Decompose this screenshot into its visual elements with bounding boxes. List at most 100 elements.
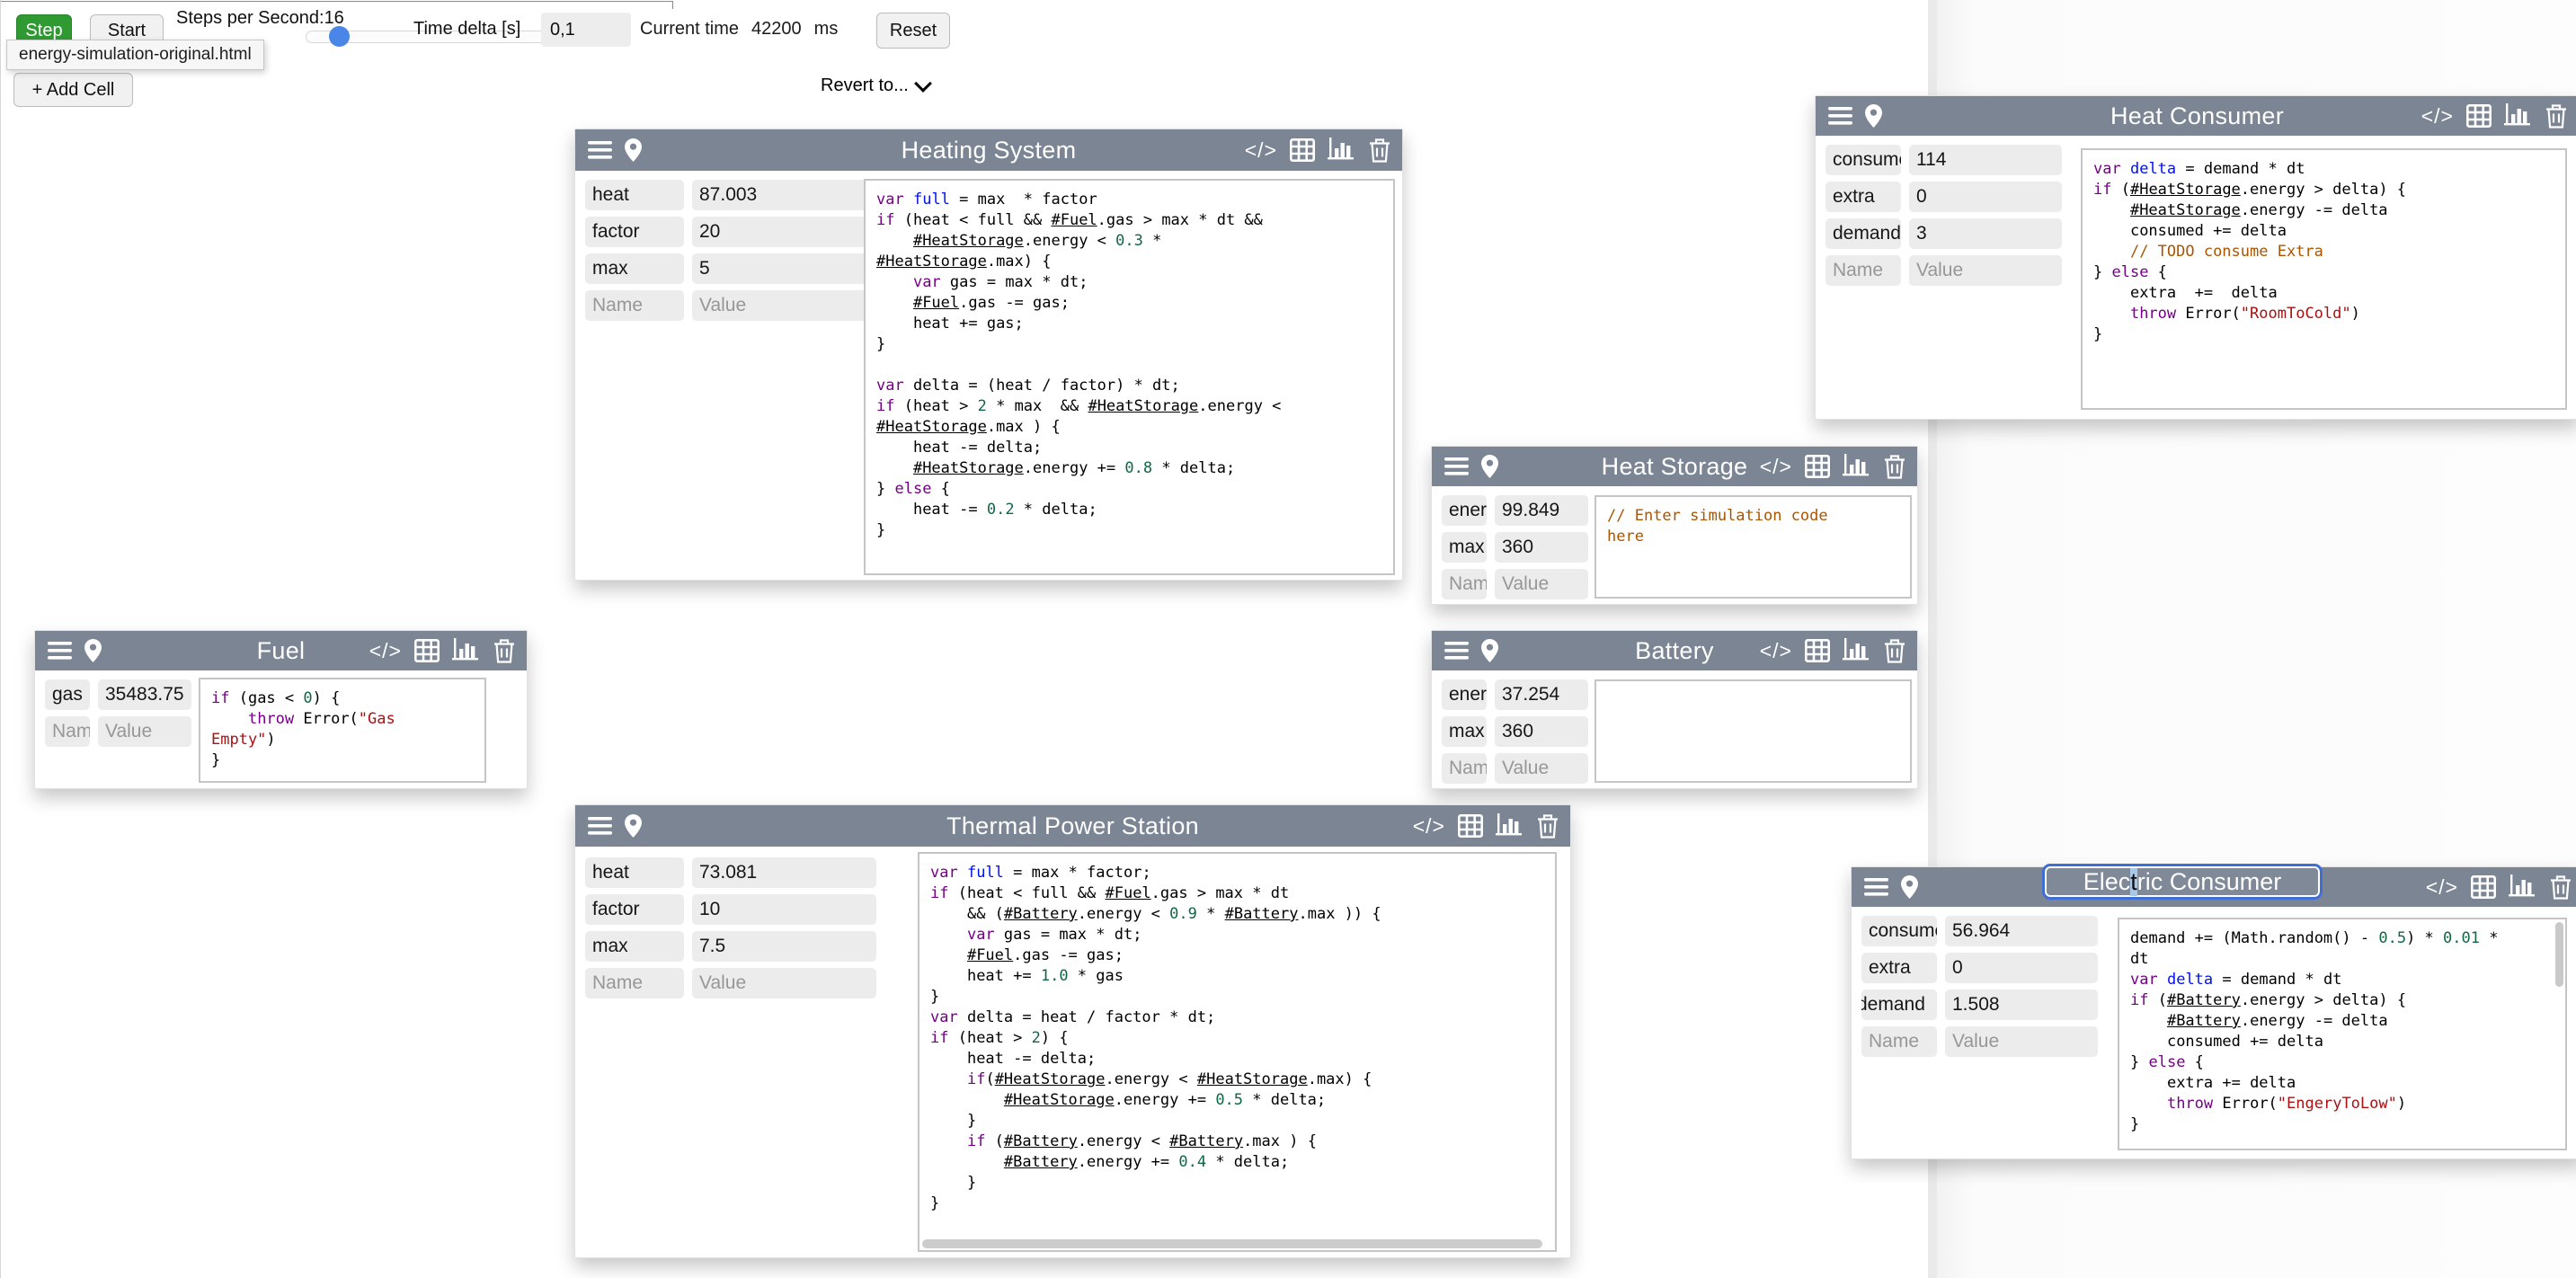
trash-icon[interactable] bbox=[1537, 814, 1559, 839]
code-editor[interactable] bbox=[1594, 679, 1912, 783]
chart-view-icon[interactable] bbox=[2504, 103, 2533, 129]
param-name-input[interactable]: energy bbox=[1442, 679, 1487, 710]
table-view-icon[interactable] bbox=[1805, 455, 1830, 478]
param-value-input[interactable]: 0 bbox=[1909, 182, 2062, 212]
param-name-input[interactable]: factor bbox=[585, 217, 684, 247]
trash-icon[interactable] bbox=[1884, 455, 1905, 479]
menu-icon[interactable] bbox=[1444, 457, 1469, 476]
menu-icon[interactable] bbox=[588, 816, 612, 836]
param-name-input[interactable]: heat bbox=[585, 857, 684, 888]
trash-icon[interactable] bbox=[493, 639, 515, 663]
chart-view-icon[interactable] bbox=[1328, 138, 1356, 163]
param-value-input[interactable]: 3 bbox=[1909, 218, 2062, 249]
param-value-input[interactable]: 35483.75 bbox=[98, 679, 191, 710]
location-pin-icon[interactable] bbox=[1865, 104, 1882, 128]
param-value-input-placeholder[interactable]: Value bbox=[692, 290, 876, 321]
code-editor[interactable]: var full = max * factor if (heat < full … bbox=[864, 179, 1395, 575]
param-name-input[interactable]: max bbox=[585, 931, 684, 962]
param-name-input[interactable]: consumed bbox=[1861, 916, 1937, 946]
code-view-icon[interactable]: </> bbox=[1760, 455, 1792, 479]
code-view-icon[interactable]: </> bbox=[2426, 875, 2458, 900]
code-view-icon[interactable]: </> bbox=[1760, 639, 1792, 663]
add-cell-button[interactable]: + Add Cell bbox=[13, 73, 133, 107]
param-value-input[interactable]: 73.081 bbox=[692, 857, 876, 888]
horizontal-scrollbar-thumb[interactable] bbox=[922, 1239, 1542, 1248]
param-value-input-placeholder[interactable]: Value bbox=[98, 716, 191, 747]
steps-per-second-slider-handle[interactable] bbox=[329, 26, 350, 47]
location-pin-icon[interactable] bbox=[1901, 875, 1918, 899]
location-pin-icon[interactable] bbox=[84, 639, 102, 662]
param-name-input-placeholder[interactable]: Name bbox=[585, 968, 684, 998]
table-view-icon[interactable] bbox=[1458, 814, 1483, 838]
chart-view-icon[interactable] bbox=[1496, 813, 1524, 839]
menu-icon[interactable] bbox=[1864, 877, 1888, 897]
trash-icon[interactable] bbox=[2545, 104, 2567, 129]
table-view-icon[interactable] bbox=[1805, 639, 1830, 662]
code-editor[interactable]: var full = max * factor; if (heat < full… bbox=[918, 852, 1557, 1252]
trash-icon[interactable] bbox=[1884, 639, 1905, 663]
param-name-input-placeholder[interactable]: Name bbox=[1442, 753, 1487, 784]
table-view-icon[interactable] bbox=[1290, 138, 1315, 162]
table-view-icon[interactable] bbox=[414, 639, 440, 662]
code-editor[interactable]: if (gas < 0) { throw Error("Gas Empty") … bbox=[199, 678, 486, 783]
chart-view-icon[interactable] bbox=[2509, 874, 2537, 900]
param-value-input-placeholder[interactable]: Value bbox=[1495, 753, 1588, 784]
param-value-input[interactable]: 56.964 bbox=[1945, 916, 2098, 946]
param-name-input[interactable]: factor bbox=[585, 894, 684, 925]
location-pin-icon[interactable] bbox=[625, 814, 642, 838]
code-view-icon[interactable]: </> bbox=[1245, 138, 1277, 163]
code-editor[interactable]: // Enter simulation code here bbox=[1594, 495, 1912, 599]
trash-icon[interactable] bbox=[2550, 875, 2572, 900]
cell-title-input[interactable]: Electric Consumer bbox=[2042, 864, 2323, 900]
param-name-input[interactable]: max bbox=[1442, 716, 1487, 747]
reset-button[interactable]: Reset bbox=[876, 13, 950, 49]
param-name-input[interactable]: extra bbox=[1861, 953, 1937, 983]
param-value-input[interactable]: 5 bbox=[692, 253, 876, 284]
trash-icon[interactable] bbox=[1369, 138, 1390, 163]
param-value-input-placeholder[interactable]: Value bbox=[1909, 255, 2062, 286]
param-value-input[interactable]: 0 bbox=[1945, 953, 2098, 983]
param-name-input-placeholder[interactable]: Name bbox=[1825, 255, 1901, 286]
code-view-icon[interactable]: </> bbox=[2421, 104, 2454, 129]
param-name-input-placeholder[interactable]: Name bbox=[45, 716, 90, 747]
code-view-icon[interactable]: </> bbox=[369, 639, 402, 663]
chart-view-icon[interactable] bbox=[1843, 454, 1871, 479]
param-name-input-placeholder[interactable]: Name bbox=[585, 290, 684, 321]
param-name-input[interactable]: max bbox=[585, 253, 684, 284]
menu-icon[interactable] bbox=[588, 140, 612, 160]
code-editor[interactable]: var delta = demand * dt if (#HeatStorage… bbox=[2081, 148, 2567, 410]
param-value-input[interactable]: 360 bbox=[1495, 716, 1588, 747]
param-value-input[interactable]: 99.849 bbox=[1495, 495, 1588, 526]
location-pin-icon[interactable] bbox=[1481, 455, 1498, 478]
param-name-input[interactable]: demand bbox=[1825, 218, 1901, 249]
param-value-input[interactable]: 20 bbox=[692, 217, 876, 247]
param-value-input[interactable]: 360 bbox=[1495, 532, 1588, 563]
param-name-input-placeholder[interactable]: Name bbox=[1861, 1026, 1937, 1057]
param-name-input[interactable]: heat bbox=[585, 180, 684, 210]
param-value-input-placeholder[interactable]: Value bbox=[1945, 1026, 2098, 1057]
code-view-icon[interactable]: </> bbox=[1413, 814, 1445, 839]
menu-icon[interactable] bbox=[48, 641, 72, 661]
table-view-icon[interactable] bbox=[2466, 104, 2492, 128]
time-delta-input[interactable]: 0,1 bbox=[541, 13, 631, 47]
param-value-input[interactable]: 7.5 bbox=[692, 931, 876, 962]
param-value-input[interactable]: 10 bbox=[692, 894, 876, 925]
param-name-input[interactable]: energy bbox=[1442, 495, 1487, 526]
location-pin-icon[interactable] bbox=[1481, 639, 1498, 662]
param-value-input[interactable]: 37.254 bbox=[1495, 679, 1588, 710]
param-name-input[interactable]: gas bbox=[45, 679, 90, 710]
chart-view-icon[interactable] bbox=[1843, 638, 1871, 663]
param-value-input-placeholder[interactable]: Value bbox=[1495, 569, 1588, 599]
param-value-input[interactable]: 87.003 bbox=[692, 180, 876, 210]
param-name-input[interactable]: consumed bbox=[1825, 145, 1901, 175]
menu-icon[interactable] bbox=[1828, 106, 1852, 126]
param-value-input[interactable]: 114 bbox=[1909, 145, 2062, 175]
param-value-input-placeholder[interactable]: Value bbox=[692, 968, 876, 998]
param-name-input-placeholder[interactable]: Name bbox=[1442, 569, 1487, 599]
param-name-input[interactable]: demand bbox=[1861, 990, 1937, 1020]
table-view-icon[interactable] bbox=[2471, 875, 2496, 899]
revert-to-dropdown[interactable]: Revert to... bbox=[821, 75, 929, 96]
chart-view-icon[interactable] bbox=[452, 638, 481, 663]
code-editor[interactable]: demand += (Math.random() - 0.5) * 0.01 *… bbox=[2118, 918, 2567, 1150]
param-value-input[interactable]: 1.508 bbox=[1945, 990, 2098, 1020]
